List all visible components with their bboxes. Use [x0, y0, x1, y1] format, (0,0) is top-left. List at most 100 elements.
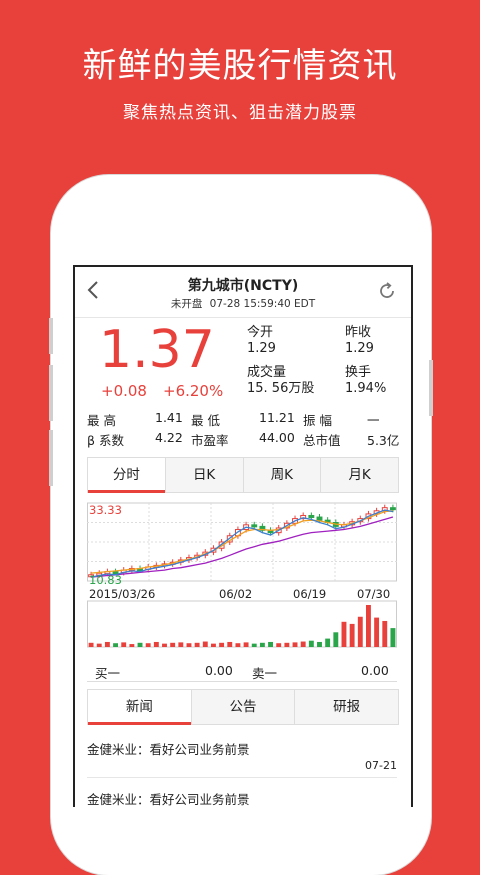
phone-side-button — [49, 430, 53, 486]
volume-label: 成交量 — [247, 365, 287, 380]
volume-bar — [145, 643, 151, 647]
volume-bar — [96, 643, 102, 647]
volume-bar — [374, 617, 380, 647]
volume-bar — [333, 632, 339, 647]
candle — [389, 507, 396, 511]
volume-bar — [259, 642, 265, 647]
volume-bar — [194, 642, 200, 647]
datetime: 07-28 15:59:40 EDT — [209, 298, 316, 310]
news-title[interactable]: 金健米业：看好公司业务前景 — [87, 789, 250, 807]
low-label: 最 低 — [191, 413, 220, 428]
tab-news[interactable]: 新闻 — [88, 690, 192, 725]
volume-bar — [325, 638, 331, 647]
volume-bar — [113, 643, 118, 647]
x-label-2: 06/02 — [219, 587, 253, 601]
stats-panel: 最 高 1.41 最 低 11.21 振 幅 一 β 系数 4.22 市盈率 4… — [75, 408, 411, 450]
ma-line-3 — [90, 509, 394, 578]
phone-side-button — [429, 360, 433, 416]
pe-label: 市盈率 — [191, 433, 229, 448]
volume-bar — [170, 642, 176, 647]
amplitude-label: 振 幅 — [303, 413, 332, 428]
volume-bar — [300, 641, 306, 647]
volume-bar — [104, 641, 110, 647]
quote-panel: 1.37 +0.08 +6.20% 今开 1.29 昨收 1.29 成交量 15… — [75, 318, 411, 408]
candle — [308, 514, 315, 518]
y-min-label: 10.83 — [89, 573, 122, 587]
volume-bar — [357, 616, 363, 647]
prev-close-label: 昨收 — [345, 325, 372, 340]
volume-bar — [292, 642, 298, 647]
volume-bar — [317, 641, 322, 647]
divider — [87, 777, 397, 778]
volume-bar — [227, 641, 233, 647]
phone-side-button — [49, 365, 53, 421]
orderbook: 买一 0.00 卖一 0.00 — [87, 659, 397, 682]
volume-bar — [276, 643, 282, 647]
ask-value: 0.00 — [361, 663, 389, 678]
tab-weekly-k[interactable]: 周K — [243, 458, 322, 492]
open-value: 1.29 — [247, 341, 276, 356]
status-label: 未开盘 — [170, 298, 203, 310]
pe-value: 44.00 — [259, 430, 295, 445]
y-max-label: 33.33 — [89, 503, 122, 517]
volume-bar — [219, 642, 225, 647]
volume-bar — [349, 623, 355, 647]
volume-bar — [382, 620, 388, 647]
volume-bar — [390, 628, 396, 647]
tab-monthly-k[interactable]: 月K — [321, 458, 398, 492]
bid-label: 买一 — [95, 666, 121, 681]
promo-subline: 聚焦热点资讯、狙击潜力股票 — [123, 103, 357, 123]
volume-bar — [341, 621, 347, 647]
beta-value: 4.22 — [155, 430, 183, 445]
low-value: 11.21 — [259, 410, 295, 425]
refresh-icon[interactable] — [377, 281, 397, 301]
current-price: 1.37 — [99, 320, 215, 380]
volume-bar — [178, 642, 184, 647]
news-title[interactable]: 金健米业：看好公司业务前景 — [87, 739, 250, 758]
volume-bar — [202, 641, 208, 647]
volume-bar — [235, 643, 241, 647]
ask-label: 卖一 — [252, 666, 278, 681]
price-chart[interactable]: 33.33 10.83 2015/03/26 06/02 06/19 07/30 — [87, 501, 397, 655]
volume-bar — [308, 640, 314, 647]
promo-headline: 新鲜的美股行情资讯 — [82, 46, 398, 86]
volume-bar — [211, 643, 216, 647]
volume-bar — [243, 642, 249, 647]
app-screen: 第九城市(NCTY) 未开盘 07-28 15:59:40 EDT 1.37 +… — [73, 265, 413, 807]
price-change: +0.08 — [101, 382, 147, 400]
stock-title: 第九城市(NCTY) — [187, 278, 299, 294]
x-label-end: 07/30 — [357, 587, 391, 601]
x-label-3: 06/19 — [293, 587, 327, 601]
mcap-value: 5.3亿 — [367, 433, 400, 448]
tab-intraday[interactable]: 分时 — [88, 458, 166, 493]
volume-bar — [162, 643, 167, 647]
candle — [316, 516, 323, 521]
tab-research[interactable]: 研报 — [295, 690, 399, 724]
volume-bar — [153, 641, 159, 647]
news-date: 07-21 — [365, 759, 397, 772]
high-value: 1.41 — [155, 410, 183, 425]
market-status: 未开盘 07-28 15:59:40 EDT — [75, 296, 411, 311]
nav-bar: 第九城市(NCTY) 未开盘 07-28 15:59:40 EDT — [75, 267, 411, 318]
turnover-value: 1.94% — [345, 381, 387, 396]
phone-side-button — [49, 318, 53, 354]
price-change-pct: +6.20% — [163, 382, 224, 400]
volume-bar — [268, 641, 273, 647]
volume-bar — [88, 642, 94, 647]
high-label: 最 高 — [87, 413, 116, 428]
volume-bar — [137, 642, 143, 647]
chart-tabs: 分时 日K 周K 月K — [87, 457, 399, 493]
volume-value: 15. 56万股 — [247, 381, 315, 396]
prev-close-value: 1.29 — [345, 341, 374, 356]
volume-bar — [366, 605, 371, 647]
open-label: 今开 — [247, 325, 274, 340]
tab-announcements[interactable]: 公告 — [191, 690, 296, 724]
volume-bar — [129, 644, 135, 647]
x-label-start: 2015/03/26 — [89, 587, 156, 601]
news-tabs: 新闻 公告 研报 — [87, 689, 399, 725]
price-chart-svg — [87, 502, 397, 648]
beta-label: β 系数 — [87, 433, 124, 448]
mcap-label: 总市值 — [303, 433, 341, 448]
turnover-label: 换手 — [345, 365, 372, 380]
tab-daily-k[interactable]: 日K — [165, 458, 244, 492]
